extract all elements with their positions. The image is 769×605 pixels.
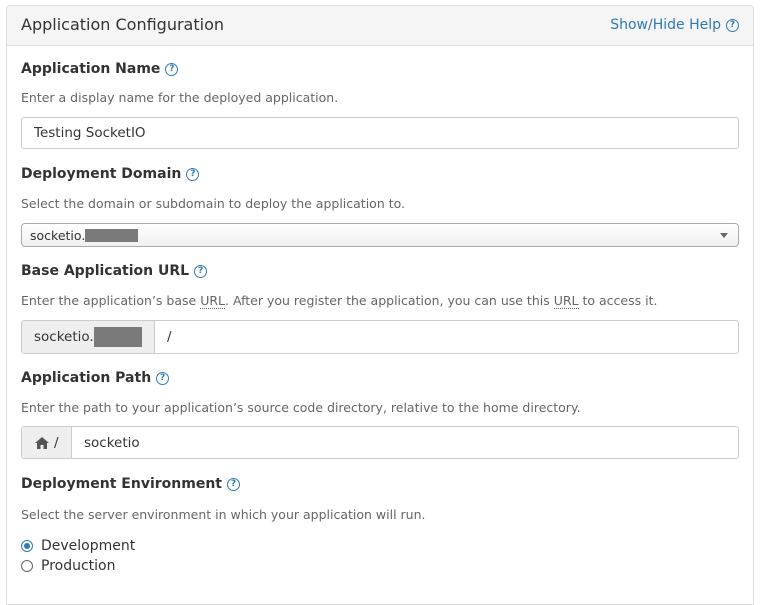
radio-checked-icon[interactable]: [21, 540, 33, 552]
base-url-domain-prefix: socketio.: [34, 329, 94, 345]
domain-prefix: socketio.: [30, 228, 86, 243]
deployment-domain-label-text: Deployment Domain: [21, 166, 182, 182]
help-circle-icon[interactable]: ?: [186, 167, 200, 181]
application-name-input[interactable]: [21, 117, 739, 149]
base-url-domain-addon: socketio.: [22, 321, 155, 353]
application-name-label: Application Name ?: [21, 61, 179, 77]
path-separator: /: [54, 434, 59, 451]
deployment-domain-description: Select the domain or subdomain to deploy…: [21, 196, 406, 211]
chevron-down-icon: [720, 233, 728, 238]
base-application-url-group: socketio.: [21, 320, 739, 354]
deployment-environment-description: Select the server environment in which y…: [21, 507, 426, 522]
application-name-description: Enter a display name for the deployed ap…: [21, 90, 339, 105]
deployment-domain-selected-value: socketio.: [30, 228, 139, 243]
application-path-input[interactable]: [72, 427, 738, 458]
radio-unchecked-icon[interactable]: [21, 560, 33, 572]
help-circle-icon[interactable]: ?: [194, 264, 208, 278]
application-path-label-text: Application Path: [21, 370, 152, 386]
panel-header: Application Configuration Show/Hide Help…: [7, 6, 753, 46]
base-application-url-label-text: Base Application URL: [21, 263, 190, 279]
help-circle-icon[interactable]: ?: [226, 477, 240, 491]
show-hide-help-link[interactable]: Show/Hide Help ?: [610, 17, 739, 33]
environment-option-label: Development: [41, 538, 136, 554]
deployment-environment-label: Deployment Environment ?: [21, 476, 240, 492]
application-name-label-text: Application Name: [21, 61, 161, 77]
base-application-url-description: Enter the application’s base URL. After …: [21, 293, 658, 309]
application-path-group: /: [21, 426, 739, 459]
base-application-url-label: Base Application URL ?: [21, 263, 208, 279]
application-path-label: Application Path ?: [21, 370, 170, 386]
help-circle-icon: ?: [726, 18, 739, 32]
help-circle-icon[interactable]: ?: [156, 371, 170, 385]
redacted-domain-block: [93, 327, 142, 347]
environment-option-development[interactable]: Development: [21, 538, 135, 554]
environment-option-production[interactable]: Production: [21, 558, 115, 574]
home-directory-addon: /: [22, 427, 72, 458]
base-application-url-input[interactable]: [155, 321, 738, 353]
home-icon: [35, 436, 49, 449]
show-hide-help-label: Show/Hide Help: [610, 17, 721, 33]
redacted-domain-block: [85, 229, 139, 242]
url-abbreviation: URL: [200, 293, 226, 309]
deployment-domain-label: Deployment Domain ?: [21, 166, 200, 182]
environment-option-label: Production: [41, 558, 116, 574]
url-abbreviation: URL: [553, 293, 579, 309]
panel-title: Application Configuration: [21, 15, 224, 34]
help-circle-icon[interactable]: ?: [165, 62, 179, 76]
deployment-domain-select[interactable]: socketio.: [21, 223, 739, 247]
application-path-description: Enter the path to your application’s sou…: [21, 400, 581, 415]
deployment-environment-label-text: Deployment Environment: [21, 476, 222, 492]
